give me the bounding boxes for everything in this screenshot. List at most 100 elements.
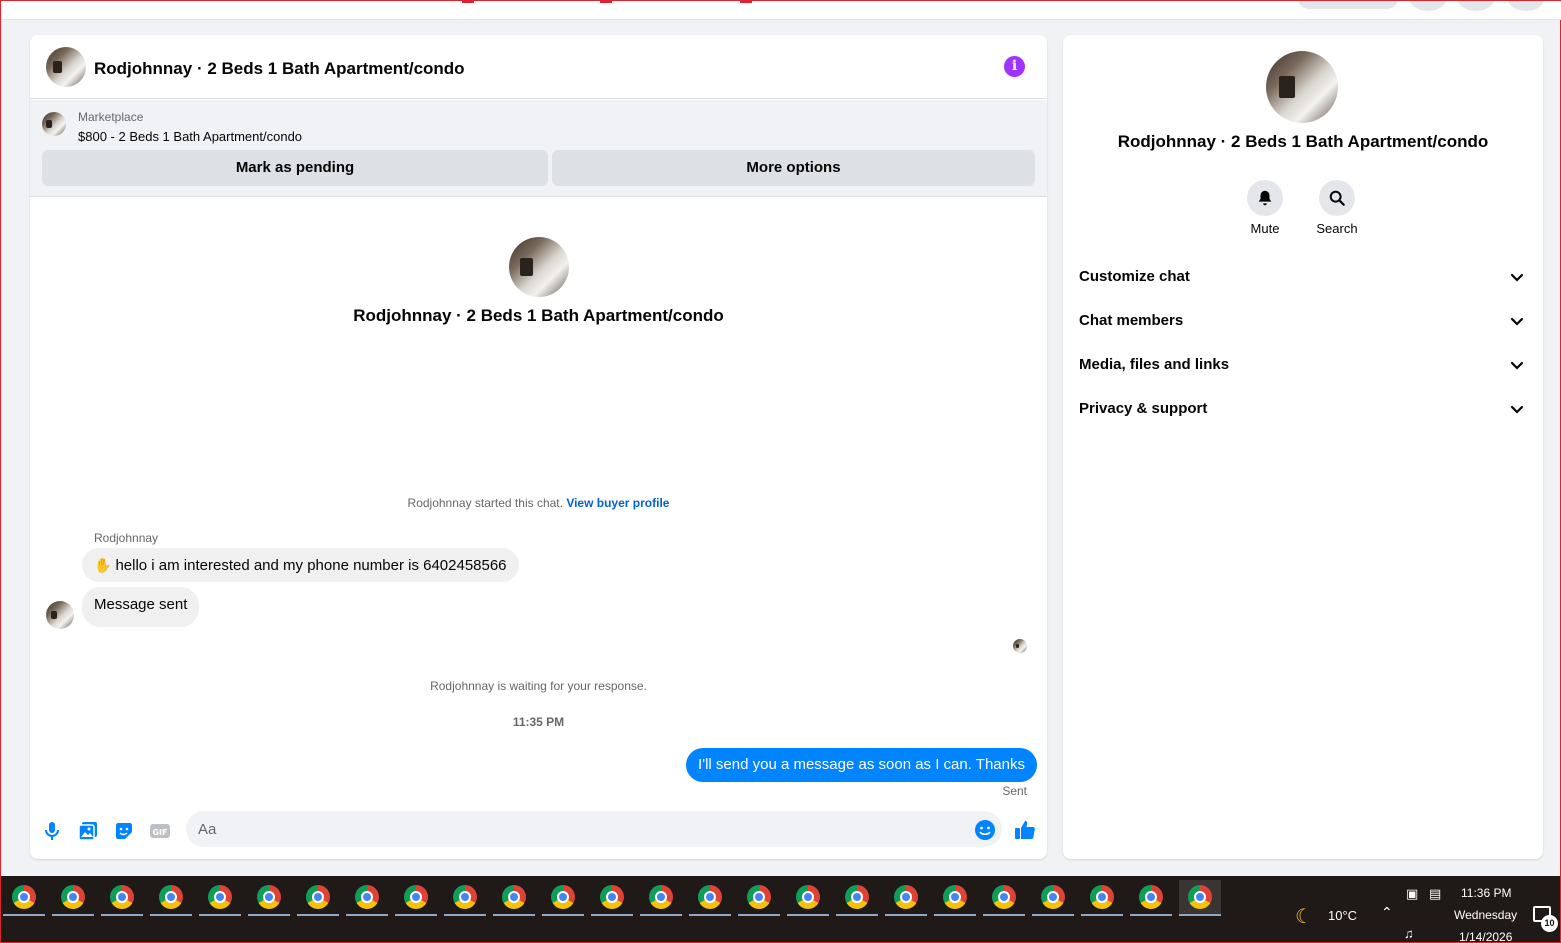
section-customize-chat[interactable]: Customize chat xyxy=(1079,255,1527,299)
message-text: hello i am interested and my phone numbe… xyxy=(115,557,507,574)
taskbar-chrome-window[interactable] xyxy=(52,880,94,916)
chat-avatar[interactable] xyxy=(46,47,86,87)
incoming-message[interactable]: ✋ hello i am interested and my phone numb… xyxy=(82,548,519,582)
read-receipt-avatar xyxy=(1013,639,1027,653)
taskbar-chrome-window[interactable] xyxy=(1081,880,1123,916)
listing-title[interactable]: $800 - 2 Beds 1 Bath Apartment/condo xyxy=(78,129,302,144)
taskbar-chrome-window[interactable] xyxy=(395,880,437,916)
notification-count: 10 xyxy=(1541,915,1558,932)
taskbar-chrome-window[interactable] xyxy=(689,880,731,916)
taskbar-chrome-window[interactable] xyxy=(1032,880,1074,916)
chat-title[interactable]: Rodjohnnay · 2 Beds 1 Bath Apartment/con… xyxy=(94,59,465,79)
search-icon[interactable] xyxy=(1319,180,1355,216)
chrome-icon xyxy=(306,885,330,909)
taskbar-chrome-window[interactable] xyxy=(297,880,339,916)
taskbar-chrome-window[interactable] xyxy=(591,880,633,916)
taskbar-chrome-window[interactable] xyxy=(1130,880,1172,916)
volume-icon[interactable]: ♫ xyxy=(1404,926,1414,941)
message-input[interactable] xyxy=(186,811,1002,847)
taskbar-chrome-window[interactable] xyxy=(640,880,682,916)
chrome-icon xyxy=(600,885,624,909)
taskbar-chrome-window[interactable] xyxy=(444,880,486,916)
taskbar-chrome-window[interactable] xyxy=(787,880,829,916)
taskbar-chrome-window[interactable] xyxy=(885,880,927,916)
sidebar-title: Rodjohnnay · 2 Beds 1 Bath Apartment/con… xyxy=(1117,132,1489,151)
chevron-down-icon xyxy=(1510,361,1524,370)
nav-indicator xyxy=(462,1,474,3)
moon-icon[interactable]: ☾ xyxy=(1295,904,1313,929)
section-privacy-support[interactable]: Privacy & support xyxy=(1079,387,1527,431)
clock-day[interactable]: Wednesday xyxy=(1454,908,1517,922)
microphone-icon[interactable] xyxy=(40,819,64,843)
taskbar-chrome-window[interactable] xyxy=(983,880,1025,916)
message-text: Message sent xyxy=(94,596,188,613)
nav-messenger-button[interactable] xyxy=(1458,1,1494,11)
chrome-icon xyxy=(257,885,281,909)
info-icon[interactable]: i xyxy=(1004,56,1025,77)
mute-button[interactable]: Mute xyxy=(1235,180,1295,236)
taskbar-chrome-window[interactable] xyxy=(199,880,241,916)
chevron-down-icon xyxy=(1510,273,1524,282)
chrome-icon xyxy=(12,885,36,909)
more-options-button[interactable]: More options xyxy=(552,150,1035,186)
taskbar-chrome-window[interactable] xyxy=(836,880,878,916)
nav-menu-button[interactable] xyxy=(1410,1,1446,11)
intro-avatar[interactable] xyxy=(509,237,569,297)
taskbar-chrome-window[interactable] xyxy=(738,880,780,916)
clock-time[interactable]: 11:36 PM xyxy=(1461,886,1511,900)
incoming-message[interactable]: Message sent xyxy=(82,587,200,627)
chrome-icon xyxy=(61,885,85,909)
photo-attach-icon[interactable] xyxy=(76,819,100,843)
marketplace-banner: Marketplace $800 - 2 Beds 1 Bath Apartme… xyxy=(30,100,1047,197)
nav-indicator xyxy=(740,1,752,3)
chrome-icon xyxy=(404,885,428,909)
sender-avatar[interactable] xyxy=(46,601,74,629)
taskbar-chrome-window[interactable] xyxy=(346,880,388,916)
chevron-up-icon[interactable]: ⌃ xyxy=(1381,904,1393,921)
section-chat-members[interactable]: Chat members xyxy=(1079,299,1527,343)
taskbar-chrome-window[interactable] xyxy=(101,880,143,916)
meet-now-icon[interactable]: ▣ xyxy=(1406,886,1418,902)
temperature[interactable]: 10°C xyxy=(1328,908,1357,923)
taskbar-chrome-window[interactable] xyxy=(1179,880,1221,916)
taskbar-chrome-window[interactable] xyxy=(150,880,192,916)
search-button[interactable]: Search xyxy=(1307,180,1367,236)
chrome-icon xyxy=(208,885,232,909)
sent-status: Sent xyxy=(1002,784,1027,798)
section-media-files-links[interactable]: Media, files and links xyxy=(1079,343,1527,387)
chrome-icon xyxy=(110,885,134,909)
taskbar-chrome-window[interactable] xyxy=(248,880,290,916)
chrome-icon xyxy=(1041,885,1065,909)
outgoing-message[interactable]: I'll send you a message as soon as I can… xyxy=(686,748,1037,782)
sticker-icon[interactable] xyxy=(112,819,136,843)
taskbar-chrome-window[interactable] xyxy=(934,880,976,916)
nav-indicator xyxy=(600,1,612,3)
section-label: Chat members xyxy=(1079,312,1184,329)
chevron-down-icon xyxy=(1510,317,1524,326)
bell-icon[interactable] xyxy=(1247,180,1283,216)
emoji-icon[interactable] xyxy=(974,819,996,841)
sidebar-avatar[interactable] xyxy=(1266,51,1338,123)
chat-details-sidebar: Rodjohnnay · 2 Beds 1 Bath Apartment/con… xyxy=(1063,35,1543,859)
chrome-icon xyxy=(159,885,183,909)
chat-started-notice: Rodjohnnay started this chat. View buyer… xyxy=(30,496,1047,510)
taskbar-chrome-window[interactable] xyxy=(3,880,45,916)
mark-as-pending-button[interactable]: Mark as pending xyxy=(42,150,548,186)
section-label: Privacy & support xyxy=(1079,400,1208,417)
chrome-icon xyxy=(845,885,869,909)
waving-hand-icon: ✋ xyxy=(94,557,112,573)
taskbar-chrome-window[interactable] xyxy=(493,880,535,916)
chrome-icon xyxy=(453,885,477,909)
gif-icon[interactable]: GIF xyxy=(148,819,172,843)
clock-date[interactable]: 1/14/2026 xyxy=(1459,930,1512,943)
listing-thumbnail[interactable] xyxy=(42,112,66,136)
nav-search-pill[interactable] xyxy=(1298,1,1398,9)
nav-account-avatar[interactable] xyxy=(1508,1,1544,11)
thumbs-up-icon[interactable] xyxy=(1013,818,1037,842)
network-icon[interactable]: ▤ xyxy=(1429,886,1441,902)
chrome-icon xyxy=(355,885,379,909)
view-buyer-profile-link[interactable]: View buyer profile xyxy=(566,496,669,510)
taskbar-chrome-window[interactable] xyxy=(542,880,584,916)
chrome-icon xyxy=(894,885,918,909)
chrome-icon xyxy=(551,885,575,909)
